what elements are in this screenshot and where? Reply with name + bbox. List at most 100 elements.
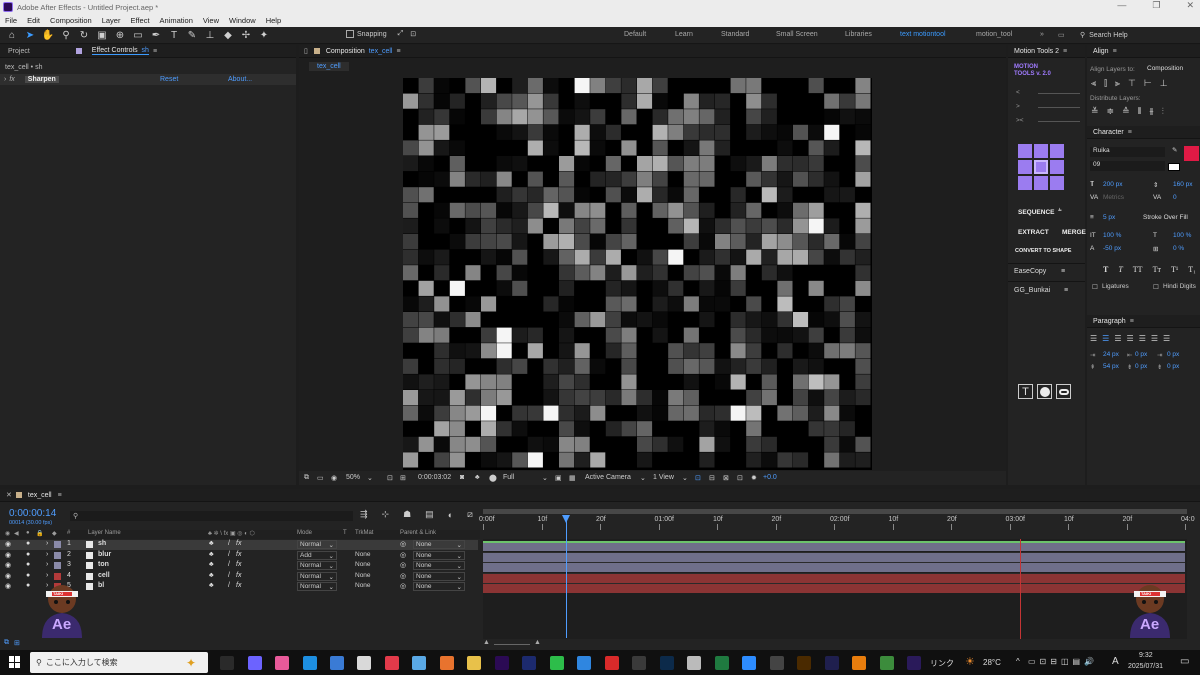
comp-panel-menu-icon[interactable]: ≡ [396, 48, 400, 55]
align-right-icon[interactable]: ⫸ [1115, 78, 1120, 89]
tab-paragraph[interactable]: Paragraph [1093, 318, 1126, 325]
zoom-tool-icon[interactable]: ⚲ [58, 28, 74, 42]
trkmat-select[interactable]: None [355, 561, 393, 570]
pick-whip-icon[interactable]: ◎ [400, 551, 406, 559]
anchor-cell[interactable] [1050, 144, 1064, 158]
mt-arrow-both-icon[interactable]: >< [1016, 117, 1024, 124]
layer-name[interactable]: cell [98, 572, 110, 579]
shy-switch-icon[interactable]: ♣ [209, 572, 214, 579]
hand-tool-icon[interactable]: ✋ [40, 28, 56, 42]
snap-options-icon[interactable]: ⊡ [410, 30, 416, 38]
parent-select[interactable]: None ⌄ [413, 582, 465, 591]
docs-icon[interactable] [687, 656, 701, 670]
distribute-top-icon[interactable]: ≚ [1091, 106, 1099, 117]
trkmat-header[interactable]: TrkMat [355, 530, 373, 536]
anchor-center-cell[interactable] [1034, 160, 1048, 174]
explorer-icon[interactable] [467, 656, 481, 670]
timeline-timecode[interactable]: 0:00:00:14 [9, 508, 56, 519]
monitor-icon[interactable]: ▭ [317, 474, 324, 482]
tab-composition[interactable]: Composition tex_cell [326, 48, 393, 55]
reset-link[interactable]: Reset [160, 76, 178, 83]
easecopy-title[interactable]: EaseCopy [1014, 268, 1046, 275]
stroke-mode-select[interactable]: Stroke Over Fill [1143, 214, 1188, 221]
layer-row[interactable]: ◉ ● › 3 ton ♣ / fx Normal ⌄ None ◎ None ⌄ [0, 561, 478, 571]
rectangle-tool-icon[interactable]: ▭ [130, 28, 146, 42]
pick-whip-icon[interactable]: ◎ [400, 540, 406, 548]
faux-italic-icon[interactable]: T [1118, 265, 1122, 274]
edge-browser-icon[interactable] [303, 656, 317, 670]
chrome-icon[interactable] [880, 656, 894, 670]
indent-left-value[interactable]: 24 px [1103, 351, 1119, 358]
align-menu-icon[interactable]: ≡ [1113, 48, 1117, 55]
workspace-standard[interactable]: Standard [721, 31, 749, 38]
text-tool-t-icon[interactable]: T [1018, 384, 1033, 399]
home-icon[interactable]: ⌂ [4, 28, 20, 42]
space-before-value[interactable]: 0 px [1135, 351, 1147, 358]
menu-composition[interactable]: Composition [50, 16, 92, 25]
always-preview-icon[interactable]: ⧉ [304, 474, 309, 482]
visibility-eye-icon[interactable]: ◉ [5, 582, 11, 590]
music-icon[interactable] [385, 656, 399, 670]
taskbar-temp[interactable]: 28°C [983, 658, 1001, 667]
copilot-icon[interactable] [248, 656, 262, 670]
subscript-icon[interactable]: T₁ [1188, 265, 1196, 274]
align-to-select[interactable]: Composition [1147, 65, 1183, 72]
shy-switch-icon[interactable]: ♣ [209, 582, 214, 589]
type-tool-icon[interactable]: T [166, 28, 182, 42]
gg-bunkai-title[interactable]: GG_Bunkai [1014, 287, 1050, 294]
after-effects-2-icon[interactable] [522, 656, 536, 670]
exposure-value[interactable]: +0.0 [763, 474, 777, 481]
maximize-icon[interactable]: ❐ [1152, 0, 1160, 14]
para-justify-left-icon[interactable]: ☰ [1127, 334, 1134, 343]
weather-icon[interactable]: ☀ [965, 655, 975, 668]
solo-dot-icon[interactable]: ● [26, 561, 30, 568]
layer-name-header[interactable]: Layer Name [88, 530, 121, 536]
premiere-icon[interactable] [907, 656, 921, 670]
circle-tool-icon[interactable] [1037, 384, 1052, 399]
pick-whip-icon[interactable]: ◎ [400, 572, 406, 580]
all-caps-icon[interactable]: TT [1133, 265, 1143, 274]
layer-name[interactable]: blur [98, 551, 111, 558]
task-view-icon[interactable] [220, 656, 234, 670]
layer-label-color[interactable] [54, 541, 61, 548]
layer-name[interactable]: sh [98, 540, 106, 547]
mode-select[interactable]: Normal ⌄ [297, 571, 337, 581]
photo-app-icon[interactable] [275, 656, 289, 670]
mode-header[interactable]: Mode [297, 530, 312, 536]
faux-bold-icon[interactable]: T [1103, 265, 1108, 274]
mode-select[interactable]: Normal ⌄ [297, 561, 337, 570]
workspace-libraries[interactable]: Libraries [845, 31, 872, 38]
layer-label-color[interactable] [54, 562, 61, 569]
clock-time[interactable]: 9:32 [1139, 652, 1153, 659]
tracking-value[interactable]: 0 [1173, 194, 1177, 201]
workspace-text-motiontool[interactable]: text motiontool [900, 31, 946, 38]
mt-convert-button[interactable]: CONVERT TO SHAPE [1015, 248, 1071, 254]
mask-icon[interactable]: ◉ [331, 474, 337, 482]
views-chevron-icon[interactable]: ⌄ [682, 474, 688, 482]
time-ruler[interactable]: 0:00f 10f 20f 01:00f 10f 20f 02:00f 10f 20f 03:00… [479, 512, 1195, 530]
workspace-motion-tool[interactable]: motion_tool [976, 31, 1012, 38]
exposure-icon[interactable]: ✹ [751, 474, 757, 482]
roto-brush-icon[interactable]: ✢ [238, 28, 254, 42]
note-app-icon[interactable] [412, 656, 426, 670]
timeline-zoom-slider[interactable] [494, 644, 530, 645]
photoshop-icon[interactable] [660, 656, 674, 670]
layer-row[interactable]: ◉ ● › 4 cell ♣ / fx Normal ⌄ None ◎ None ⌄ [0, 571, 478, 582]
rotate-tool-icon[interactable]: ↻ [76, 28, 92, 42]
comp-mini-flowchart-icon[interactable]: ⇶ [360, 509, 368, 520]
ligatures-checkbox[interactable]: ☐ [1092, 283, 1098, 291]
zoom-in-icon[interactable]: ▲ [534, 639, 541, 646]
align-vcenter-icon[interactable]: ⊢ [1144, 78, 1152, 89]
expand-arrow-icon[interactable]: › [46, 572, 48, 579]
layer-name[interactable]: ton [98, 561, 109, 568]
blender-icon[interactable] [852, 656, 866, 670]
anchor-cell[interactable] [1050, 160, 1064, 174]
snapping-checkbox[interactable] [346, 30, 354, 38]
pick-whip-icon[interactable]: ◎ [400, 582, 406, 590]
anchor-cell[interactable] [1034, 144, 1048, 158]
menu-layer[interactable]: Layer [102, 16, 121, 25]
rounded-rect-tool-icon[interactable] [1056, 384, 1071, 399]
graph-editor-icon[interactable]: ⧄ [467, 509, 473, 520]
close-icon[interactable]: ✕ [1186, 0, 1194, 14]
quality-switch-icon[interactable]: / [228, 561, 230, 568]
